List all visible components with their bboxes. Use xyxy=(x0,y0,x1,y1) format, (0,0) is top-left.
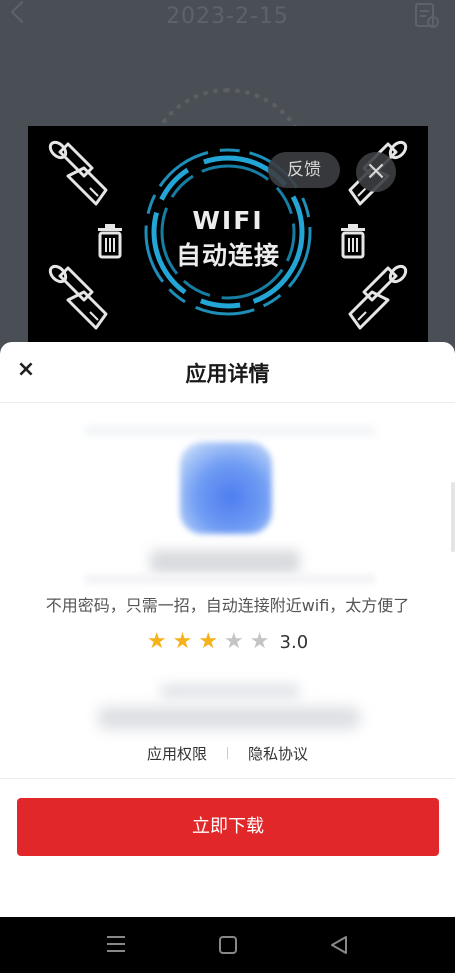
divider xyxy=(0,778,455,779)
rating: ★ ★ ★ ★ ★ 3.0 xyxy=(0,628,455,656)
app-icon xyxy=(180,442,272,534)
broom-icon xyxy=(348,261,411,330)
policy-links: 应用权限 隐私协议 xyxy=(0,742,455,764)
broom-icon xyxy=(45,137,108,206)
link-separator xyxy=(227,747,228,759)
app-name-redacted xyxy=(150,550,300,574)
app-detail-sheet: × 应用详情 不用密码，只需一招，自动连接附近wifi，太方便了 ★ ★ ★ ★… xyxy=(0,342,455,917)
broom-icon xyxy=(45,261,108,330)
blurred-band xyxy=(85,574,375,584)
developer-info-redacted xyxy=(160,684,300,698)
star-icon: ★ xyxy=(224,629,244,654)
rating-value: 3.0 xyxy=(279,631,309,653)
divider xyxy=(0,402,455,403)
ad-headline-wifi: WIFI xyxy=(192,206,264,235)
permissions-link[interactable]: 应用权限 xyxy=(147,743,207,764)
document-settings-icon xyxy=(415,3,439,28)
ad-banner[interactable]: WIFI 自动连接 反馈 × xyxy=(28,126,428,344)
background-title: 2023-2-15 xyxy=(166,4,289,29)
star-icon: ★ xyxy=(198,629,219,654)
star-icon: ★ xyxy=(172,629,193,654)
sheet-title: 应用详情 xyxy=(185,362,270,386)
download-button[interactable]: 立即下载 xyxy=(17,798,439,856)
back-triangle-icon[interactable] xyxy=(328,934,350,956)
version-info-redacted xyxy=(98,707,360,729)
trash-icon xyxy=(96,222,124,259)
ad-close-icon[interactable]: × xyxy=(356,152,396,192)
blurred-band xyxy=(85,426,375,436)
trash-icon xyxy=(339,222,367,259)
star-icon: ★ xyxy=(146,629,167,654)
system-nav-bar xyxy=(0,917,455,973)
star-icon: ★ xyxy=(249,629,270,654)
scrollbar[interactable] xyxy=(451,482,455,552)
privacy-link[interactable]: 隐私协议 xyxy=(248,743,308,764)
feedback-button[interactable]: 反馈 xyxy=(268,152,340,188)
menu-icon[interactable] xyxy=(107,936,125,952)
home-icon[interactable] xyxy=(219,936,237,954)
ad-headline-autoconnect: 自动连接 xyxy=(175,241,280,270)
app-description: 不用密码，只需一招，自动连接附近wifi，太方便了 xyxy=(45,596,410,615)
